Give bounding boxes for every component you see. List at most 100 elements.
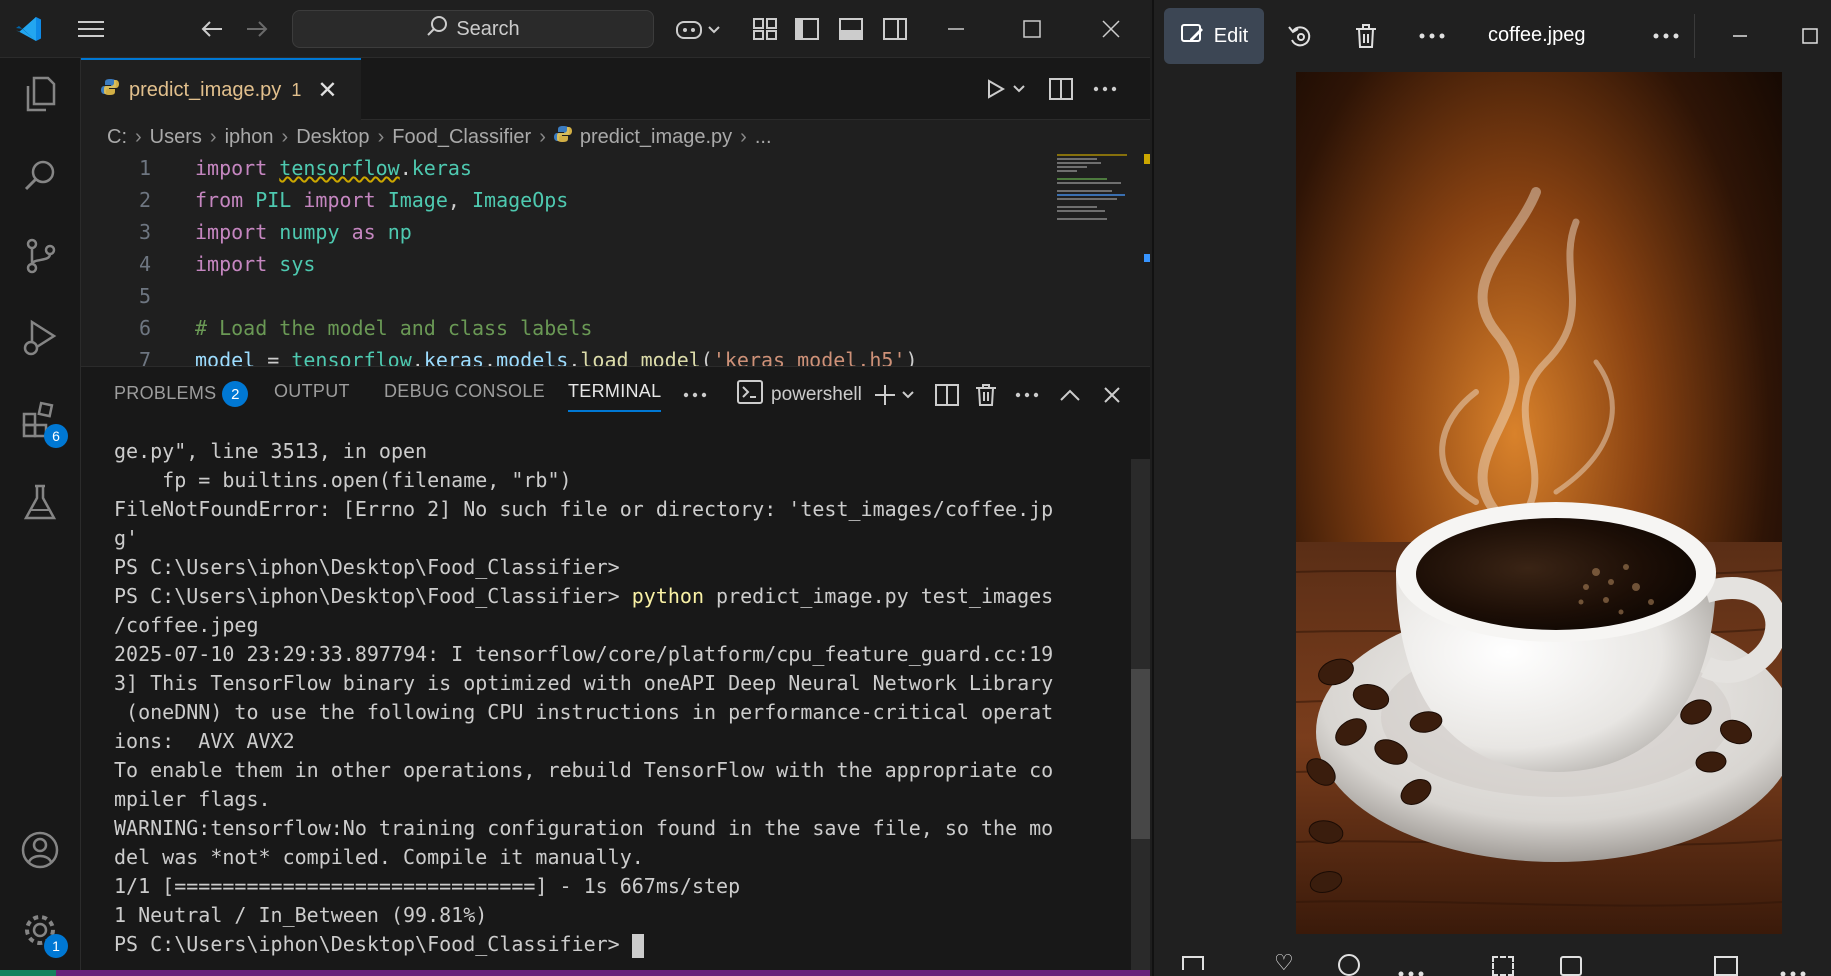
more-options-icon[interactable]	[1414, 18, 1450, 54]
kill-terminal-trash-icon[interactable]	[975, 381, 997, 409]
terminal-command-word: python	[631, 584, 705, 608]
settings-badge: 1	[44, 934, 68, 958]
close-window-icon[interactable]	[1092, 10, 1130, 48]
rotate-icon[interactable]	[1282, 18, 1318, 54]
info-icon[interactable]	[1338, 954, 1360, 976]
panel-overflow-icon[interactable]	[683, 381, 707, 409]
split-terminal-icon[interactable]	[935, 381, 959, 409]
tab-debug-console[interactable]: DEBUG CONSOLE	[384, 381, 545, 402]
search-icon	[426, 15, 448, 43]
terminal-selector[interactable]: powershell	[737, 380, 862, 409]
new-terminal-icon[interactable]	[873, 381, 921, 409]
terminal-line: FileNotFoundError: [Errno 2] No such fil…	[114, 497, 1054, 521]
forward-arrow-icon[interactable]	[238, 10, 276, 48]
terminal-line: 1 Neutral / In_Between (99.81%)	[114, 903, 488, 927]
edit-label: Edit	[1213, 24, 1249, 47]
terminal-prompt: PS C:\Users\iphon\Desktop\Food_Classifie…	[114, 932, 632, 956]
terminal-line: ions: AVX AVX2	[114, 729, 295, 753]
terminal-line: PS C:\Users\iphon\Desktop\Food_Classifie…	[114, 555, 620, 579]
editor-scrollbar-marker	[1144, 254, 1150, 262]
tab-problems[interactable]: PROBLEMS 2	[114, 381, 249, 407]
minimize-icon[interactable]	[937, 10, 975, 48]
run-python-file-icon[interactable]	[981, 72, 1031, 106]
breadcrumb-food-classifier[interactable]: Food_Classifier	[392, 126, 531, 149]
breadcrumb-iphon[interactable]: iphon	[225, 126, 274, 149]
code-line-text: from PIL import Image, ImageOps	[195, 188, 569, 212]
title-more-icon[interactable]	[1648, 18, 1684, 54]
terminal-scrollbar[interactable]	[1131, 459, 1150, 976]
command-center-search[interactable]: Search	[292, 10, 654, 48]
breadcrumb-separator-icon: ›	[281, 125, 289, 148]
terminal-scrollbar-thumb[interactable]	[1131, 669, 1150, 839]
code-editor[interactable]: 1 import tensorflow.keras 2 from PIL imp…	[81, 154, 1150, 366]
terminal-line: To enable them in other operations, rebu…	[114, 758, 1054, 782]
delete-trash-icon[interactable]	[1348, 18, 1384, 54]
tab-terminal[interactable]: TERMINAL	[568, 381, 662, 412]
run-debug-icon[interactable]	[14, 312, 66, 364]
activity-bar: 6 1	[0, 58, 81, 976]
visual-search-icon[interactable]	[1492, 956, 1514, 976]
line-number: 2	[138, 188, 151, 212]
minimize-icon[interactable]	[1722, 18, 1758, 54]
maximize-icon[interactable]	[1792, 18, 1828, 54]
fit-to-window-icon[interactable]	[1714, 956, 1738, 976]
remote-indicator[interactable]	[0, 970, 56, 976]
edit-button[interactable]: Edit	[1164, 8, 1264, 64]
code-line: 2 from PIL import Image, ImageOps	[81, 188, 1081, 220]
bottom-more-icon[interactable]	[1398, 964, 1424, 976]
account-icon[interactable]	[14, 824, 66, 876]
filmstrip-icon[interactable]	[1182, 956, 1204, 970]
menu-icon[interactable]	[72, 10, 110, 48]
source-control-icon[interactable]	[14, 230, 66, 282]
breadcrumb-desktop[interactable]: Desktop	[296, 126, 369, 149]
extract-text-icon[interactable]	[1560, 956, 1582, 976]
terminal-prompt: PS C:\Users\iphon\Desktop\Food_Classifie…	[114, 584, 632, 608]
bottom-panel: PROBLEMS 2 OUTPUT DEBUG CONSOLE TERMINAL …	[81, 366, 1150, 976]
terminal-command-line: PS C:\Users\iphon\Desktop\Food_Classifie…	[114, 582, 1135, 611]
zoom-more-icon[interactable]	[1780, 964, 1806, 976]
back-arrow-icon[interactable]	[193, 10, 231, 48]
toggle-primary-sidebar-icon[interactable]	[788, 10, 826, 48]
breadcrumb-file[interactable]: predict_image.py	[580, 126, 732, 149]
manage-gear-icon[interactable]: 1	[14, 904, 68, 958]
coffee-photo[interactable]	[1296, 72, 1782, 934]
terminal-line: 1/1 [==============================] - 1…	[114, 874, 741, 898]
maximize-icon[interactable]	[1013, 10, 1051, 48]
minimap[interactable]	[1057, 154, 1127, 224]
python-file-icon	[101, 78, 119, 102]
tab-output[interactable]: OUTPUT	[274, 381, 350, 402]
maximize-panel-chevron-up-icon[interactable]	[1059, 381, 1081, 409]
breadcrumb-separator-icon: ›	[539, 125, 546, 148]
status-bar-edge	[0, 970, 1150, 976]
copilot-icon[interactable]	[673, 10, 723, 48]
line-number: 7	[138, 348, 151, 366]
terminal-line: (oneDNN) to use the following CPU instru…	[114, 700, 1054, 724]
tab-predict-image[interactable]: predict_image.py 1 ✕	[81, 58, 361, 120]
edit-image-icon	[1180, 21, 1204, 51]
extensions-icon[interactable]: 6	[14, 394, 68, 448]
toolbar-divider	[1694, 14, 1695, 58]
toggle-secondary-sidebar-icon[interactable]	[876, 10, 914, 48]
terminal-line: del was *not* compiled. Compile it manua…	[114, 845, 644, 869]
breadcrumb-users[interactable]: Users	[150, 126, 202, 149]
editor-more-actions-icon[interactable]	[1085, 72, 1125, 106]
toggle-panel-icon[interactable]	[832, 10, 870, 48]
favorite-heart-icon[interactable]: ♡	[1274, 950, 1294, 976]
terminal-output[interactable]: ge.py", line 3513, in open fp = builtins…	[81, 437, 1135, 976]
line-number: 4	[138, 252, 151, 276]
title-bar: Search	[0, 0, 1150, 58]
breadcrumb-drive[interactable]: C:	[107, 126, 127, 149]
customize-layout-icon[interactable]	[746, 10, 784, 48]
explorer-icon[interactable]	[14, 68, 66, 120]
vscode-logo-icon	[10, 10, 48, 48]
close-panel-icon[interactable]	[1103, 381, 1121, 409]
tab-close-icon[interactable]: ✕	[317, 76, 337, 105]
panel-more-actions-icon[interactable]	[1015, 381, 1039, 409]
search-sidebar-icon[interactable]	[14, 150, 66, 202]
breadcrumb-symbol[interactable]: ...	[755, 126, 772, 149]
code-line-text: model = tensorflow.keras.models.load_mod…	[195, 348, 918, 366]
terminal-command-args: predict_image.py test_images	[704, 584, 1054, 608]
terminal-line: ge.py", line 3513, in open	[114, 439, 428, 463]
testing-flask-icon[interactable]	[14, 476, 66, 528]
split-editor-icon[interactable]	[1041, 72, 1081, 106]
